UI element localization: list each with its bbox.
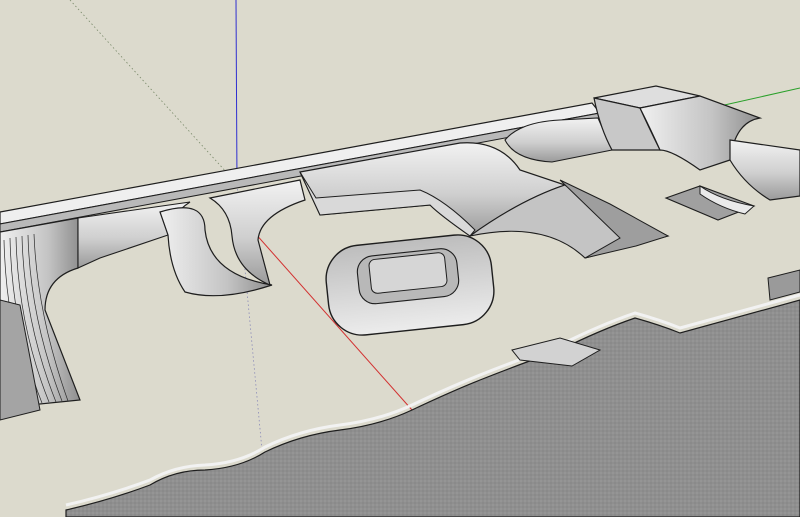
bowl-floor [368,252,448,294]
model-scene[interactable] [0,0,800,517]
3d-viewport[interactable] [0,0,800,517]
